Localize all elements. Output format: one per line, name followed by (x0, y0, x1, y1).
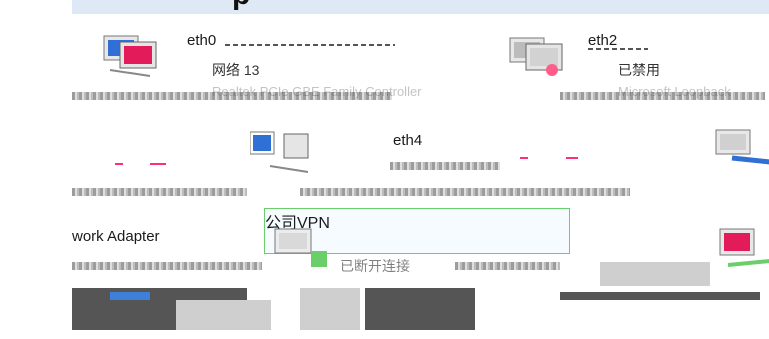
name-underline (588, 48, 648, 50)
bottom-block (110, 292, 150, 300)
bottom-block (300, 288, 360, 330)
network-adapter-icon (103, 35, 157, 77)
network-adapter-icon (250, 131, 309, 173)
row-artifact (72, 188, 247, 196)
vpn-icon (274, 228, 327, 267)
window-title: p (232, 0, 250, 12)
connection-name: eth0 (187, 32, 217, 49)
status-indicator (115, 163, 123, 165)
left-margin (0, 0, 72, 339)
connection-device: Realtek PCIe GBE Family Controller (212, 84, 422, 99)
connection-device: Microsoft Loopback (618, 84, 731, 99)
bottom-block (600, 262, 710, 286)
vpn-status: 已断开连接 (340, 258, 410, 274)
device-text-artifact (390, 162, 500, 170)
bottom-block (365, 288, 475, 330)
window-header: p (72, 0, 769, 14)
connection-eth2[interactable]: eth2 已禁用 Microsoft Loopback (500, 30, 769, 110)
connection-name: eth4 (393, 132, 423, 149)
network-adapter-icon (719, 228, 769, 267)
bottom-block (560, 292, 760, 300)
connection-status: 已禁用 (618, 62, 660, 78)
connection-eth0[interactable]: eth0 网络 13 Realtek PCIe GBE Family Contr… (72, 30, 422, 110)
name-underline (225, 44, 395, 46)
row-artifact (72, 262, 262, 270)
connection-vpn[interactable]: 公司VPN (264, 208, 570, 267)
network-adapter-icon (509, 37, 563, 76)
bottom-block (176, 300, 271, 330)
row-artifact (300, 188, 630, 196)
network-adapter-icon (715, 129, 769, 165)
status-indicator (566, 157, 578, 159)
connection-name: eth2 (588, 32, 618, 49)
connection-device: work Adapter (72, 228, 160, 245)
connection-network-adapter[interactable]: work Adapter (72, 224, 252, 254)
status-indicator (150, 163, 166, 165)
connection-status: 网络 13 (212, 62, 260, 78)
status-indicator (520, 157, 528, 159)
row-artifact (455, 262, 560, 270)
